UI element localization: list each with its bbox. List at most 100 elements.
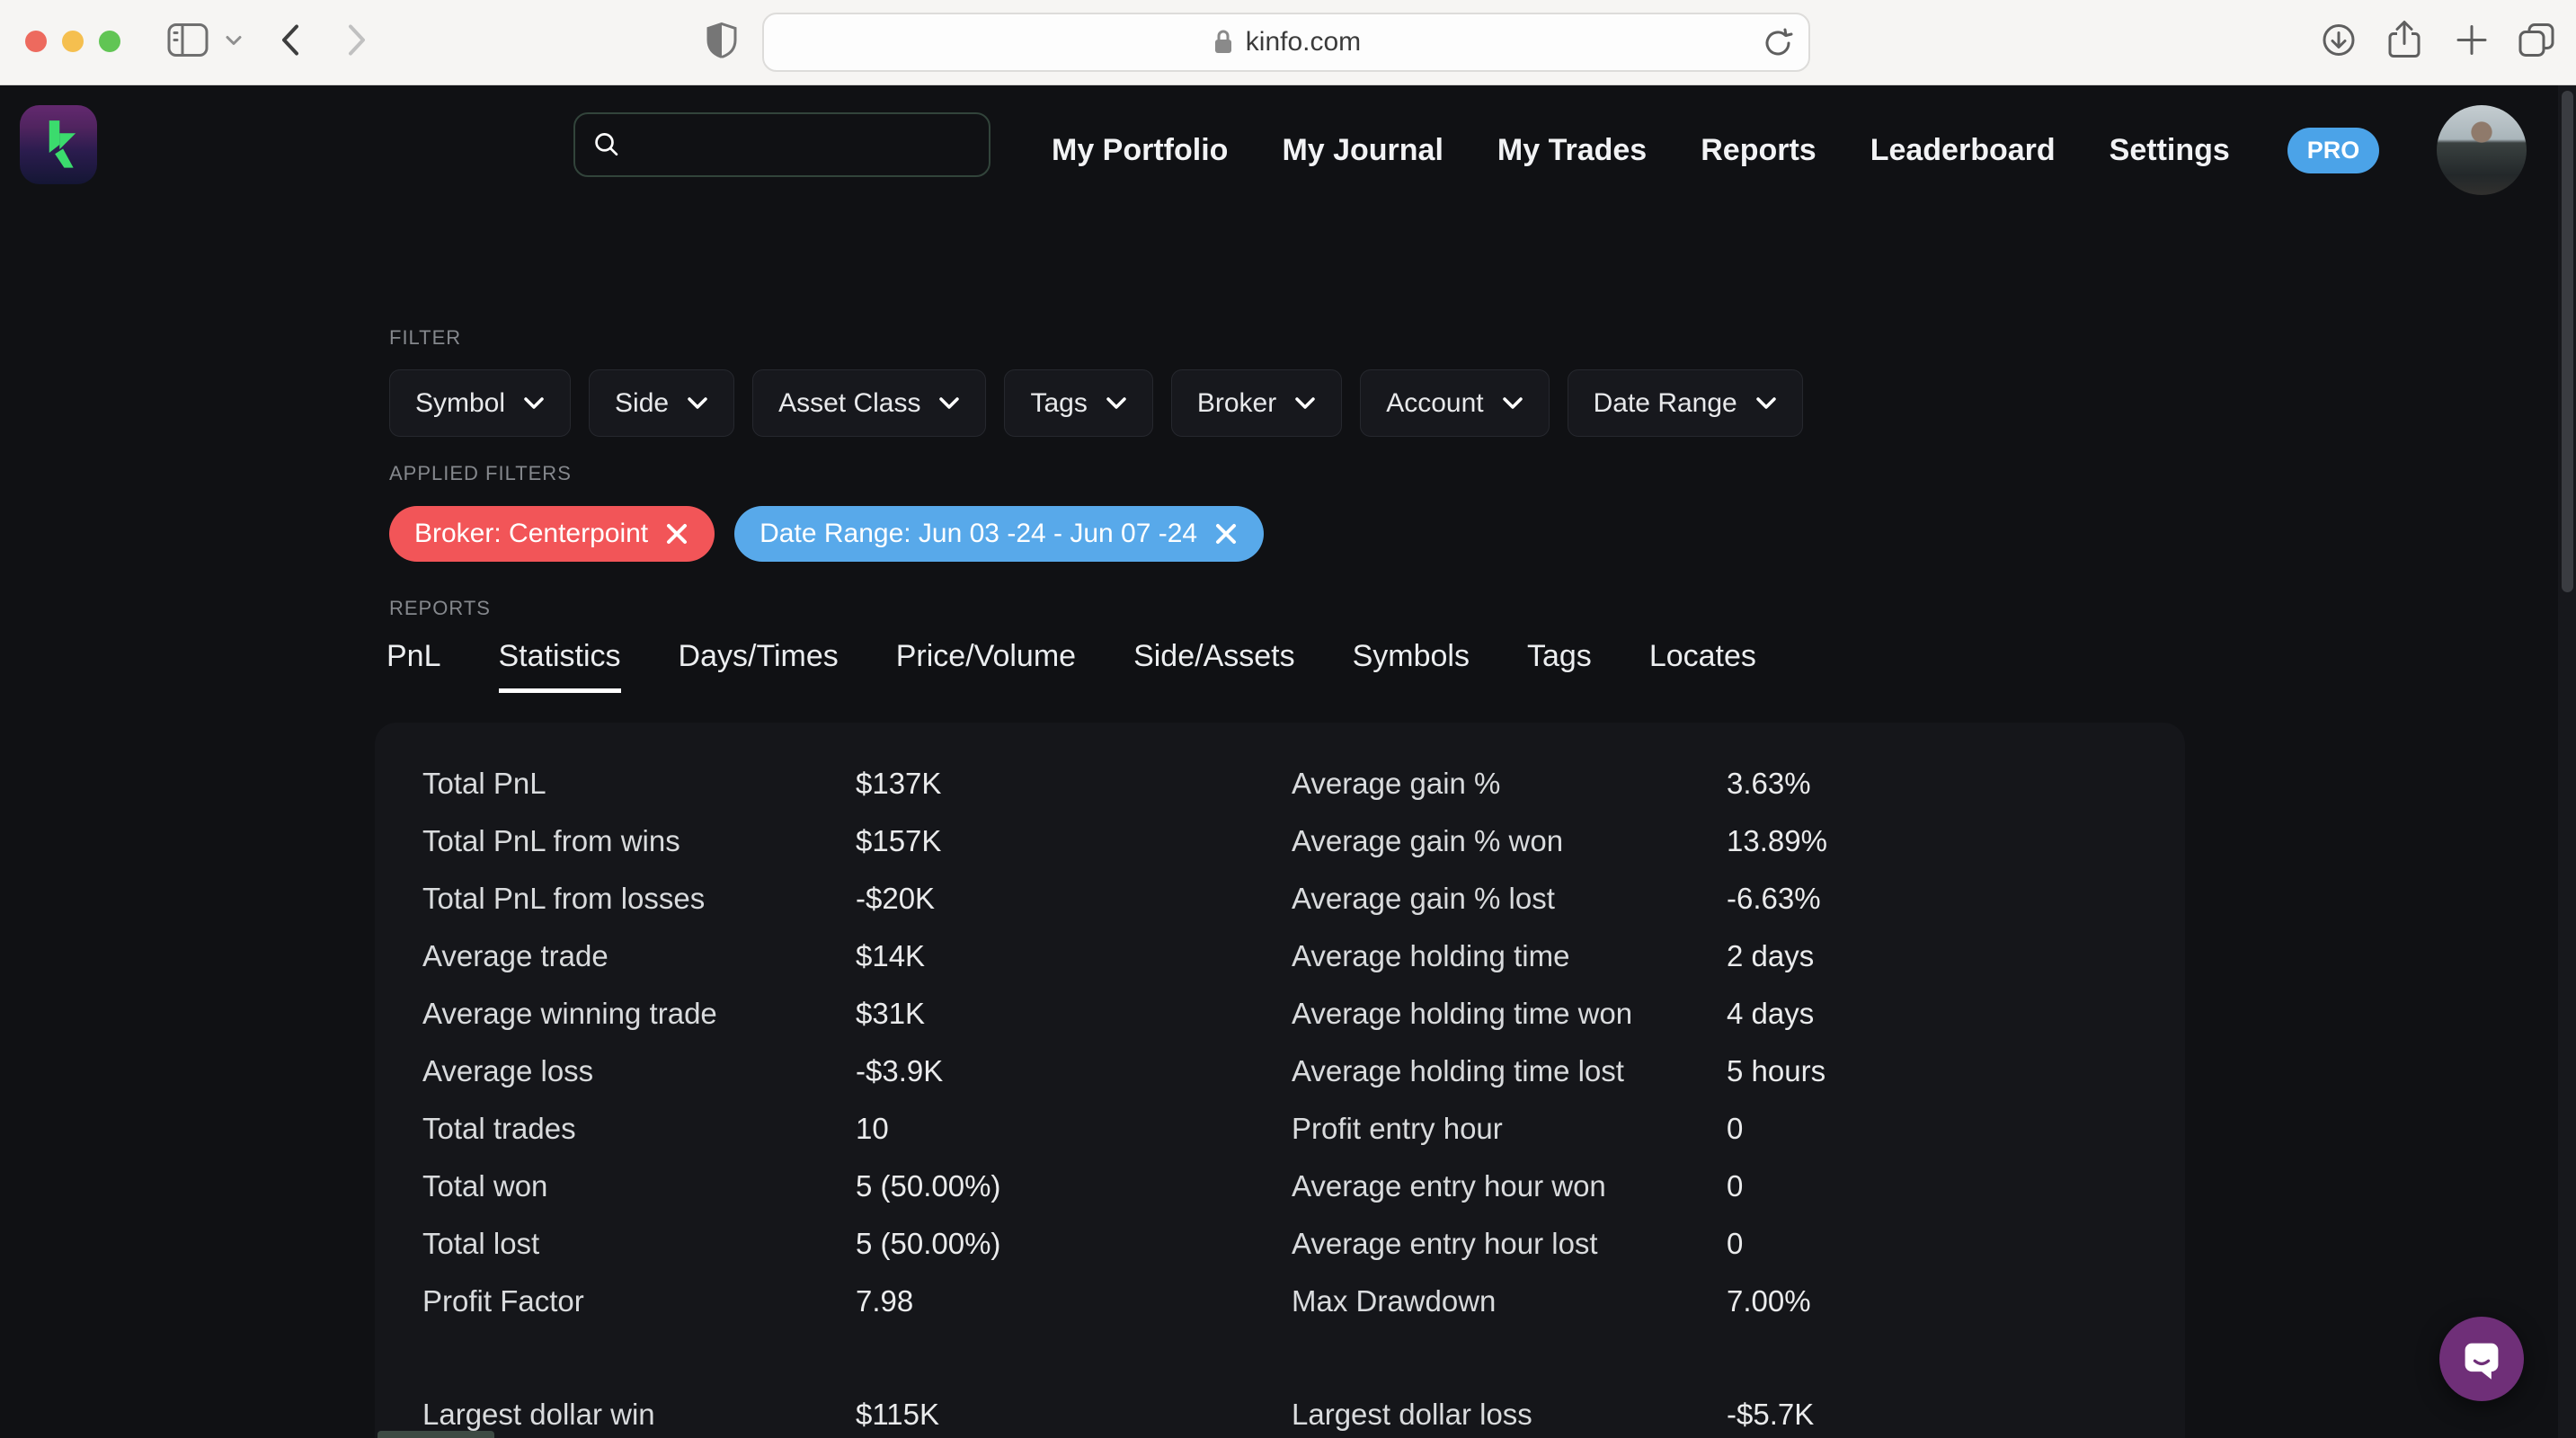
stat-value: -$3.9K: [856, 1054, 1292, 1088]
remove-filter-icon[interactable]: [664, 521, 689, 546]
stat-label: Total PnL: [422, 767, 856, 801]
stat-label: Largest dollar loss: [1292, 1398, 1727, 1432]
window-controls: [25, 31, 120, 52]
stat-label: Total PnL from wins: [422, 824, 856, 858]
stat-value: 7.00%: [1727, 1284, 2185, 1318]
support-chat-button[interactable]: [2439, 1317, 2524, 1401]
tab-side-assets[interactable]: Side/Assets: [1133, 639, 1295, 693]
url-text: kinfo.com: [1246, 27, 1361, 58]
filter-side-dropdown[interactable]: Side: [589, 369, 734, 437]
stat-label: Average loss: [422, 1054, 856, 1088]
forward-button-icon[interactable]: [347, 24, 367, 61]
stat-label: Average holding time won: [1292, 997, 1727, 1031]
chevron-down-icon: [938, 396, 960, 410]
downloads-icon[interactable]: [2321, 22, 2357, 63]
below-fold-element-edge: [378, 1431, 494, 1438]
stat-label: Profit Factor: [422, 1284, 856, 1318]
filter-broker-dropdown[interactable]: Broker: [1171, 369, 1342, 437]
stat-label: Total won: [422, 1169, 856, 1203]
stat-label: Average holding time: [1292, 939, 1727, 973]
tab-overview-icon[interactable]: [2517, 22, 2556, 64]
tab-locates[interactable]: Locates: [1649, 639, 1756, 693]
stat-row: Largest dollar win $115K Largest dollar …: [422, 1386, 2185, 1438]
stat-value: 3.63%: [1727, 767, 2185, 801]
stat-value: -6.63%: [1727, 882, 2185, 916]
stat-row: Profit Factor 7.98 Max Drawdown 7.00%: [422, 1273, 2185, 1330]
stat-row: Average loss -$3.9K Average holding time…: [422, 1043, 2185, 1100]
tab-tags[interactable]: Tags: [1527, 639, 1592, 693]
stat-row: Total trades 10 Profit entry hour 0: [422, 1100, 2185, 1158]
back-button-icon[interactable]: [280, 24, 300, 61]
applied-filter-date-range-chip[interactable]: Date Range: Jun 03 -24 - Jun 07 -24: [734, 506, 1264, 562]
new-tab-icon[interactable]: [2454, 22, 2490, 63]
applied-filters-label: APPLIED FILTERS: [389, 462, 572, 485]
stat-value: 7.98: [856, 1284, 1292, 1318]
stat-value: 0: [1727, 1227, 2185, 1261]
applied-filter-broker-chip[interactable]: Broker: Centerpoint: [389, 506, 715, 562]
chevron-down-icon: [1502, 396, 1523, 410]
tab-price-volume[interactable]: Price/Volume: [896, 639, 1076, 693]
tab-pnl[interactable]: PnL: [386, 639, 441, 693]
zoom-window-button[interactable]: [99, 31, 120, 52]
stat-label: Max Drawdown: [1292, 1284, 1727, 1318]
filter-symbol-dropdown[interactable]: Symbol: [389, 369, 571, 437]
stat-value: $31K: [856, 997, 1292, 1031]
stat-label: Average gain % lost: [1292, 882, 1727, 916]
privacy-shield-icon[interactable]: [706, 22, 737, 63]
chevron-down-icon: [1294, 396, 1316, 410]
stat-row: Total PnL from losses -$20K Average gain…: [422, 870, 2185, 928]
stat-value: $157K: [856, 824, 1292, 858]
filter-account-dropdown[interactable]: Account: [1360, 369, 1549, 437]
stat-value: 10: [856, 1112, 1292, 1146]
remove-filter-icon[interactable]: [1213, 521, 1239, 546]
close-window-button[interactable]: [25, 31, 47, 52]
nav-my-portfolio[interactable]: My Portfolio: [1052, 133, 1228, 168]
nav-my-journal[interactable]: My Journal: [1282, 133, 1443, 168]
address-bar[interactable]: kinfo.com: [762, 13, 1810, 72]
stat-row: Average winning trade $31K Average holdi…: [422, 985, 2185, 1043]
stat-value: 2 days: [1727, 939, 2185, 973]
stat-value: $115K: [856, 1398, 1292, 1432]
tab-days-times[interactable]: Days/Times: [679, 639, 839, 693]
tab-symbols[interactable]: Symbols: [1353, 639, 1470, 693]
main-navigation: My Portfolio My Journal My Trades Report…: [1052, 109, 2527, 191]
stat-label: Average holding time lost: [1292, 1054, 1727, 1088]
filter-asset-class-dropdown[interactable]: Asset Class: [752, 369, 986, 437]
nav-reports[interactable]: Reports: [1701, 133, 1816, 168]
nav-my-trades[interactable]: My Trades: [1497, 133, 1647, 168]
sidebar-menu-chevron-icon[interactable]: [225, 34, 243, 51]
sidebar-toggle-icon[interactable]: [167, 23, 209, 62]
app-page: My Portfolio My Journal My Trades Report…: [0, 85, 2576, 1438]
stat-label: Average winning trade: [422, 997, 856, 1031]
chevron-down-icon: [1755, 396, 1777, 410]
avatar[interactable]: [2437, 105, 2527, 195]
search-input[interactable]: [633, 129, 971, 160]
share-icon[interactable]: [2385, 21, 2423, 65]
reload-icon[interactable]: [1762, 27, 1794, 64]
filter-dropdown-row: Symbol Side Asset Class Tags Broker Acco…: [389, 369, 1803, 437]
stat-label: Profit entry hour: [1292, 1112, 1727, 1146]
kinfo-logo[interactable]: [20, 105, 97, 184]
search-box[interactable]: [573, 112, 990, 177]
nav-settings[interactable]: Settings: [2110, 133, 2230, 168]
filter-section-label: FILTER: [389, 326, 461, 350]
stat-row: Total lost 5 (50.00%) Average entry hour…: [422, 1215, 2185, 1273]
stat-value: 0: [1727, 1112, 2185, 1146]
stat-label: Total PnL from losses: [422, 882, 856, 916]
stat-label: Total lost: [422, 1227, 856, 1261]
chevron-down-icon: [687, 396, 708, 410]
stat-label: Total trades: [422, 1112, 856, 1146]
minimize-window-button[interactable]: [62, 31, 84, 52]
scrollbar-thumb[interactable]: [2562, 91, 2573, 592]
tab-statistics[interactable]: Statistics: [499, 639, 621, 693]
stat-value: 5 (50.00%): [856, 1169, 1292, 1203]
stat-value: -$20K: [856, 882, 1292, 916]
filter-date-range-dropdown[interactable]: Date Range: [1568, 369, 1803, 437]
stat-row: Average trade $14K Average holding time …: [422, 928, 2185, 985]
stat-value: 4 days: [1727, 997, 2185, 1031]
filter-tags-dropdown[interactable]: Tags: [1004, 369, 1152, 437]
chevron-down-icon: [523, 396, 545, 410]
nav-leaderboard[interactable]: Leaderboard: [1870, 133, 2056, 168]
chevron-down-icon: [1106, 396, 1127, 410]
lock-icon: [1212, 28, 1235, 57]
